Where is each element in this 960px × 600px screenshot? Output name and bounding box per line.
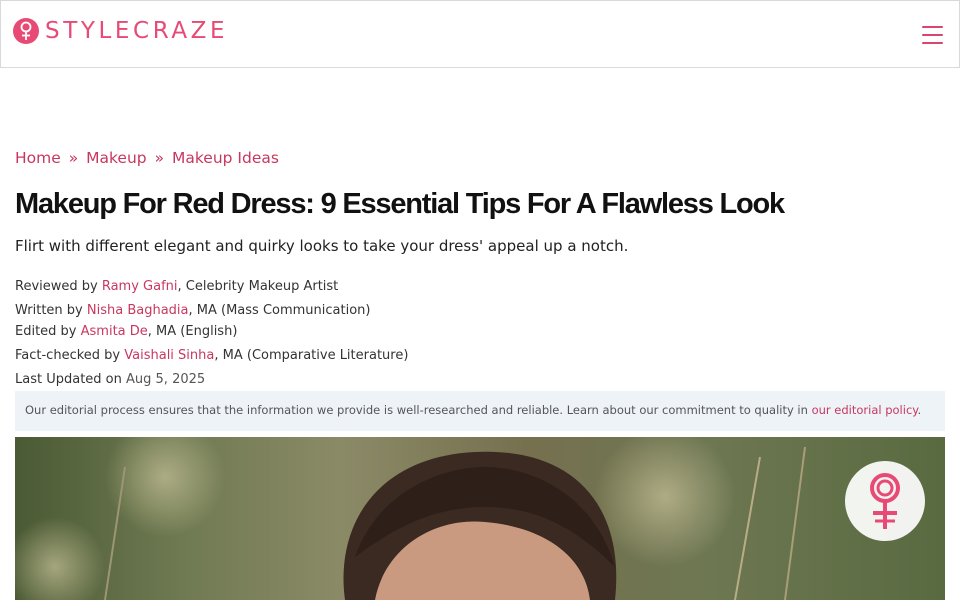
logo-text: STYLECRAZE — [45, 18, 229, 44]
breadcrumb: Home » Makeup » Makeup Ideas — [15, 149, 279, 167]
last-updated-line: Last Updated on Aug 5, 2025 — [15, 372, 206, 387]
hero-image — [15, 437, 945, 600]
last-updated-date: Aug 5, 2025 — [126, 372, 206, 387]
breadcrumb-makeup[interactable]: Makeup — [86, 149, 147, 167]
written-by-line: Written by Nisha Baghadia, MA (Mass Comm… — [15, 303, 371, 318]
reviewed-by-line: Reviewed by Ramy Gafni, Celebrity Makeup… — [15, 279, 339, 294]
reviewer-link[interactable]: Ramy Gafni — [102, 279, 178, 294]
hamburger-menu-icon[interactable] — [920, 24, 945, 46]
logo-icon — [13, 18, 39, 44]
article-title: Makeup For Red Dress: 9 Essential Tips F… — [15, 188, 785, 220]
editorial-notice: Our editorial process ensures that the i… — [15, 391, 945, 431]
breadcrumb-separator: » — [154, 149, 165, 167]
site-header: STYLECRAZE — [0, 0, 960, 68]
breadcrumb-separator: » — [68, 149, 79, 167]
editorial-policy-link[interactable]: our editorial policy — [812, 403, 918, 417]
breadcrumb-makeup-ideas[interactable]: Makeup Ideas — [172, 149, 279, 167]
article-subtitle: Flirt with different elegant and quirky … — [15, 237, 629, 255]
stylecraze-badge-icon — [845, 461, 925, 541]
hero-photo — [15, 437, 806, 600]
editor-link[interactable]: Asmita De — [81, 324, 148, 339]
fact-checked-by-line: Fact-checked by Vaishali Sinha, MA (Comp… — [15, 348, 409, 363]
fact-checker-link[interactable]: Vaishali Sinha — [124, 348, 214, 363]
author-link[interactable]: Nisha Baghadia — [87, 303, 189, 318]
breadcrumb-home[interactable]: Home — [15, 149, 61, 167]
site-logo[interactable]: STYLECRAZE — [13, 18, 228, 44]
edited-by-line: Edited by Asmita De, MA (English) — [15, 324, 238, 339]
